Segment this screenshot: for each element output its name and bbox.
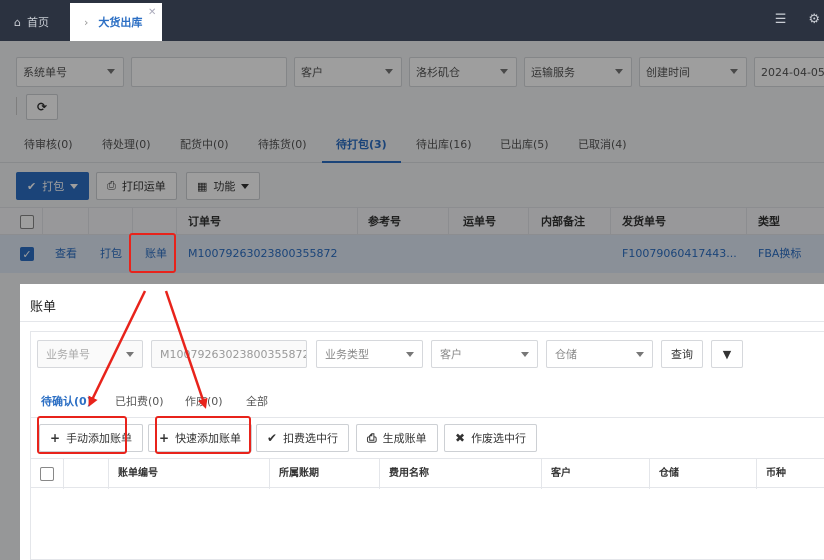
deduct-selected-label: 扣费选中行 (283, 432, 339, 445)
filter-button[interactable]: ▼ (711, 340, 743, 368)
column-divider (63, 459, 64, 489)
modal-warehouse-label: 仓储 (555, 348, 577, 361)
business-no-label: 业务单号 (46, 348, 90, 361)
column-divider (269, 459, 270, 489)
tab-all[interactable]: 全部 (246, 384, 268, 418)
column-divider (108, 459, 109, 489)
column-divider (379, 459, 380, 489)
home-icon: ⌂ (14, 15, 21, 29)
modal-customer-select[interactable]: 客户 (431, 340, 538, 368)
topbar-tools: ☰ ⚙ (775, 12, 824, 27)
th-fee-name: 费用名称 (389, 468, 429, 479)
business-no-input[interactable]: M10079263023800355872 (151, 340, 307, 368)
tab-voided[interactable]: 作废(0) (185, 384, 223, 418)
check-icon: ✔ (267, 431, 278, 445)
annotation-manual-add-highlight (37, 416, 127, 454)
modal-title: 账单 (30, 300, 57, 315)
printer-icon: ⎙ (367, 430, 377, 445)
bill-table-header: 账单编号 所属账期 费用名称 客户 仓储 币种 (31, 458, 824, 489)
modal-warehouse-select[interactable]: 仓储 (546, 340, 653, 368)
filter-icon: ▼ (722, 347, 732, 361)
deduct-selected-button[interactable]: ✔ 扣费选中行 (256, 424, 350, 452)
th-currency: 币种 (766, 468, 786, 479)
times-icon: ✖ (455, 431, 466, 445)
annotation-bill-highlight (129, 233, 176, 273)
th-warehouse: 仓储 (659, 468, 679, 479)
th-bill-no: 账单编号 (118, 468, 158, 479)
tab-deducted[interactable]: 已扣费(0) (115, 384, 164, 418)
column-divider (756, 459, 757, 489)
bill-panel: 业务单号 M10079263023800355872 业务类型 客户 仓储 查询… (30, 331, 824, 560)
chevron-down-icon (521, 352, 529, 357)
chevron-down-icon (636, 352, 644, 357)
modal-customer-label: 客户 (440, 348, 462, 361)
bill-status-tabs: 待确认(0) 已扣费(0) 作废(0) 全部 (31, 384, 824, 418)
tab-to-confirm[interactable]: 待确认(0) (41, 384, 92, 418)
chevron-down-icon (126, 352, 134, 357)
tab-outbound-label: 大货出库 (98, 16, 143, 29)
generate-bill-button[interactable]: ⎙ 生成账单 (356, 424, 438, 452)
void-selected-button[interactable]: ✖ 作废选中行 (444, 424, 538, 452)
business-type-label: 业务类型 (325, 348, 369, 361)
business-no-value: M10079263023800355872 (160, 347, 306, 361)
menu-collapse-icon[interactable]: ☰ (775, 12, 787, 27)
query-button-label: 查询 (671, 348, 693, 361)
void-selected-label: 作废选中行 (471, 432, 527, 445)
annotation-quick-add-highlight (155, 416, 251, 454)
column-divider (649, 459, 650, 489)
business-no-select[interactable]: 业务单号 (37, 340, 143, 368)
settings-icon[interactable]: ⚙ (808, 12, 820, 27)
business-type-select[interactable]: 业务类型 (316, 340, 423, 368)
column-divider (541, 459, 542, 489)
th-billing-period: 所属账期 (279, 468, 319, 479)
tab-home[interactable]: ⌂ 首页 (0, 3, 66, 41)
select-all-bills-checkbox[interactable] (40, 467, 54, 481)
chevron-down-icon (406, 352, 414, 357)
divider (20, 321, 824, 322)
tab-home-label: 首页 (26, 16, 49, 29)
generate-bill-label: 生成账单 (382, 432, 427, 445)
bill-modal: 账单 业务单号 M10079263023800355872 业务类型 客户 仓储… (20, 284, 824, 560)
close-icon[interactable]: ✕ (148, 7, 156, 18)
top-tab-bar: ⌂ 首页 › 大货出库 ✕ ☰ ⚙ (0, 0, 824, 41)
query-button[interactable]: 查询 (661, 340, 703, 368)
chevron-right-icon: › (84, 15, 89, 29)
th-customer: 客户 (551, 468, 571, 479)
